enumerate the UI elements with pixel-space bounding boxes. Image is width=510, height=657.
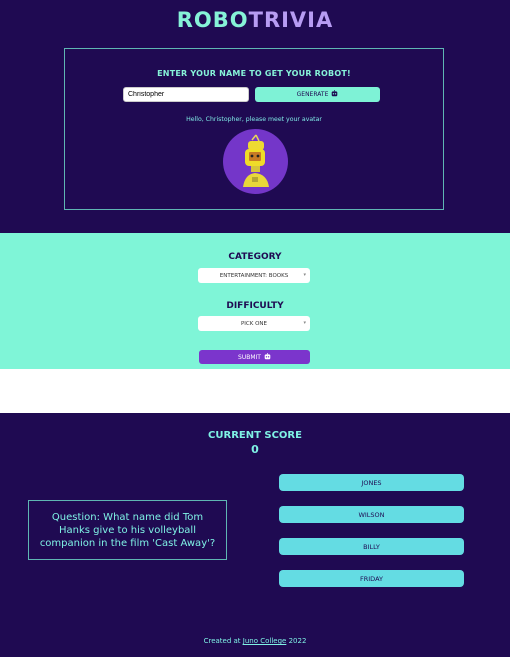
game-section: CURRENT SCORE 0 Question: What name did …	[0, 413, 510, 657]
difficulty-label: DIFFICULTY	[226, 301, 284, 311]
score-label: CURRENT SCORE	[208, 430, 302, 441]
generate-button[interactable]: GENERATE	[255, 87, 380, 102]
category-value: ENTERTAINMENT: BOOKS	[219, 272, 289, 279]
robot-avatar-image	[223, 129, 288, 194]
footer-year: 2022	[288, 637, 307, 645]
footer-prefix: Created at	[203, 637, 241, 645]
juno-college-link[interactable]: Juno College	[243, 637, 287, 645]
category-label: CATEGORY	[228, 252, 282, 262]
options-section: CATEGORY ENTERTAINMENT: BOOKS ▾ DIFFICUL…	[0, 233, 510, 369]
score-value: 0	[251, 443, 259, 456]
robot-face-icon	[331, 90, 338, 99]
question-box: Question: What name did Tom Hanks give t…	[28, 500, 227, 560]
chevron-down-icon: ▾	[303, 272, 306, 278]
answer-button[interactable]: WILSON	[279, 506, 464, 523]
avatar-frame: ENTER YOUR NAME TO GET YOUR ROBOT! GENER…	[64, 48, 444, 210]
difficulty-value: PICK ONE	[240, 320, 268, 327]
chevron-down-icon: ▾	[303, 320, 306, 326]
submit-label: SUBMIT	[238, 353, 261, 361]
name-input[interactable]	[123, 87, 249, 102]
answer-button[interactable]: BILLY	[279, 538, 464, 555]
question-text: Question: What name did Tom Hanks give t…	[39, 511, 216, 549]
answer-button[interactable]: JONES	[279, 474, 464, 491]
greeting-text: Hello, Christopher, please meet your ava…	[186, 116, 322, 123]
avatar-section: ROBOTRIVIA ENTER YOUR NAME TO GET YOUR R…	[0, 0, 510, 233]
enter-name-title: ENTER YOUR NAME TO GET YOUR ROBOT!	[157, 69, 351, 78]
answer-button[interactable]: FRIDAY	[279, 570, 464, 587]
page-gap	[0, 369, 510, 413]
footer: Created at Juno College 2022	[0, 637, 510, 645]
difficulty-select[interactable]: PICK ONE ▾	[198, 316, 310, 331]
robot-face-icon	[264, 352, 271, 362]
generate-label: GENERATE	[296, 91, 329, 98]
submit-button[interactable]: SUBMIT	[199, 350, 310, 364]
category-select[interactable]: ENTERTAINMENT: BOOKS ▾	[198, 268, 310, 283]
app-logo: ROBOTRIVIA	[176, 8, 334, 32]
